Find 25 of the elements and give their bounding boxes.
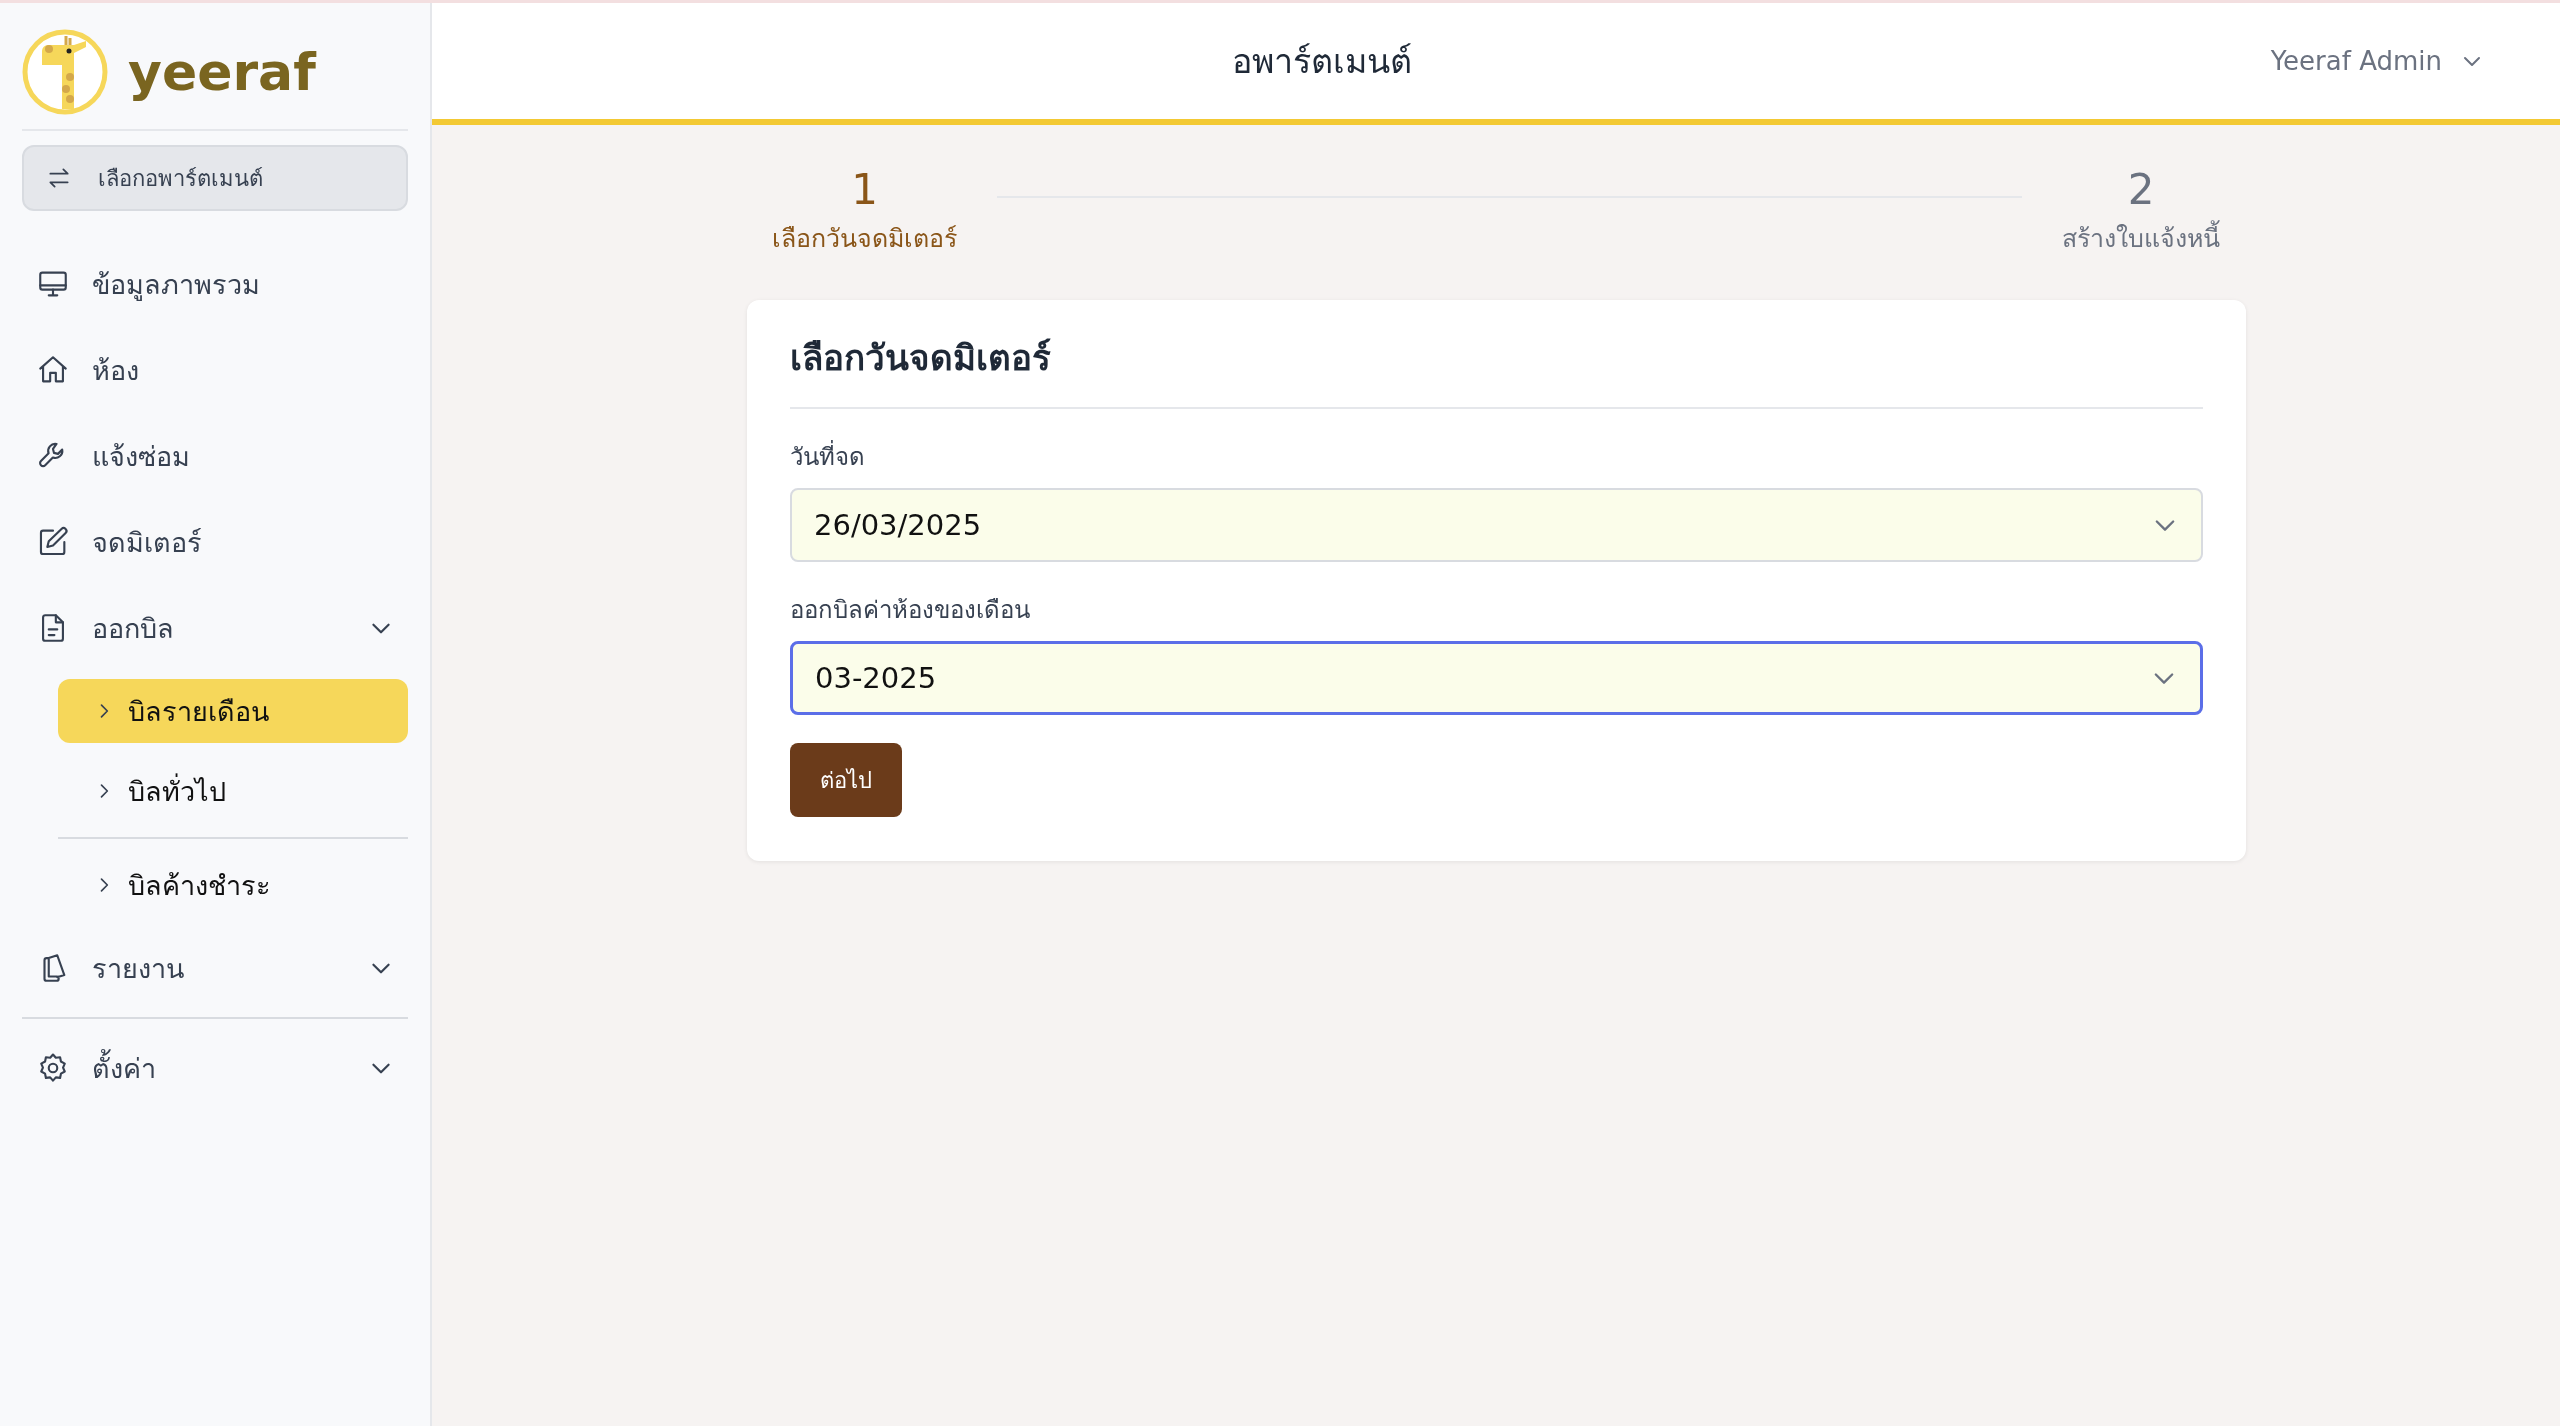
step-label: เลือกวันจดมิเตอร์: [772, 223, 957, 255]
step-label: สร้างใบแจ้งหนี้: [2062, 218, 2220, 258]
sidebar-item[interactable]: ข้อมูลภาพรวม: [22, 241, 408, 327]
submenu-item[interactable]: บิลทั่วไป: [58, 759, 408, 823]
field-label: วันที่จด: [790, 437, 2203, 476]
select-field[interactable]: 26/03/2025: [790, 488, 2203, 562]
sidebar-item[interactable]: ออกบิล: [22, 585, 408, 671]
sidebar-item[interactable]: แจ้งซ่อม: [22, 413, 408, 499]
step-number: 2: [2127, 165, 2155, 214]
select-apartment-button[interactable]: เลือกอพาร์ตเมนต์: [22, 145, 408, 211]
sidebar-item[interactable]: จดมิเตอร์: [22, 499, 408, 585]
field-label: ออกบิลค่าห้องของเดือน: [790, 595, 1031, 626]
submenu-item[interactable]: บิลค้างชำระ: [58, 853, 408, 917]
card-title: เลือกวันจดมิเตอร์: [790, 330, 2203, 409]
sidebar-item[interactable]: รายงาน: [22, 925, 408, 1011]
step-number: 1: [851, 165, 878, 214]
giraffe-logo-icon: [22, 29, 108, 115]
next-button[interactable]: ต่อไป: [790, 743, 902, 817]
select-field[interactable]: 03-2025: [790, 641, 2203, 715]
sidebar-item[interactable]: ห้อง: [22, 327, 408, 413]
sidebar-item[interactable]: ตั้งค่า: [22, 1025, 408, 1111]
user-menu[interactable]: Yeeraf Admin: [2270, 46, 2484, 76]
brand-name: yeeraf: [128, 42, 316, 102]
submenu-item[interactable]: บิลรายเดือน: [58, 679, 408, 743]
page-title: อพาร์ตเมนต์: [1232, 40, 1412, 83]
